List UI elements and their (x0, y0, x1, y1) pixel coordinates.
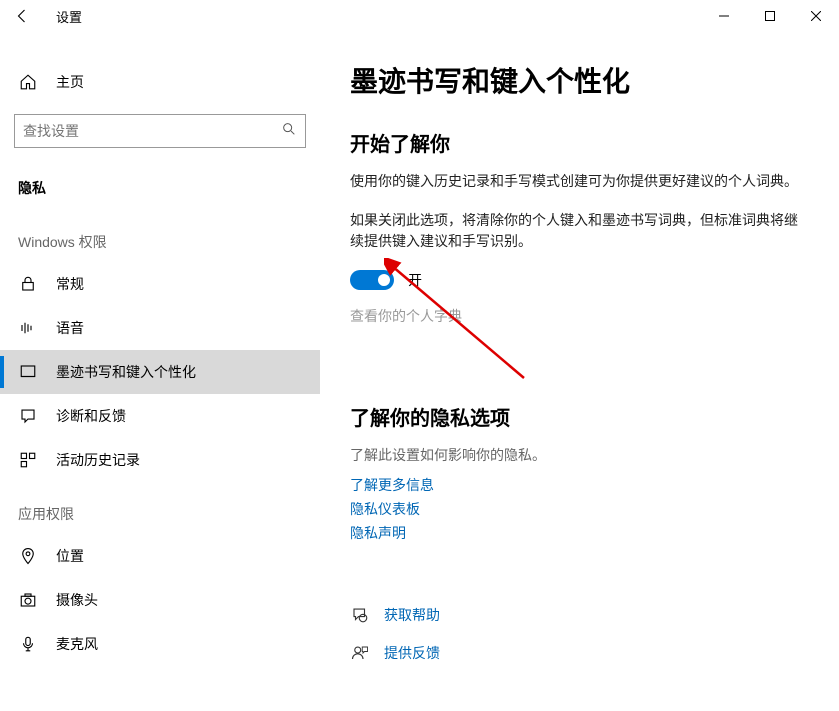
sidebar-item-label: 位置 (56, 546, 84, 566)
toggle-row: 开 (350, 270, 809, 290)
section-title-privacy-options: 了解你的隐私选项 (350, 402, 809, 431)
sidebar-item-label: 语音 (56, 318, 84, 338)
sidebar-subheader-app: 应用权限 (0, 482, 320, 534)
link-learn-more[interactable]: 了解更多信息 (350, 475, 809, 495)
toggle-label: 开 (408, 270, 422, 290)
microphone-icon (18, 635, 38, 653)
sidebar-item-label: 墨迹书写和键入个性化 (56, 362, 196, 382)
link-privacy-statement[interactable]: 隐私声明 (350, 523, 809, 543)
give-feedback-row[interactable]: 提供反馈 (350, 643, 809, 663)
give-feedback-link: 提供反馈 (384, 643, 440, 663)
section-desc: 了解此设置如何影响你的隐私。 (350, 445, 809, 465)
content-area: 墨迹书写和键入个性化 开始了解你 使用你的键入历史记录和手写模式创建可为你提供更… (320, 32, 839, 711)
help-icon (350, 606, 370, 624)
sidebar-item-label: 摄像头 (56, 590, 98, 610)
main-layout: 主页 隐私 Windows 权限 常规 语音 墨迹书写和键入个性化 诊断和反馈 (0, 32, 839, 711)
sidebar-item-activity[interactable]: 活动历史记录 (0, 438, 320, 482)
get-help-link: 获取帮助 (384, 605, 440, 625)
home-nav[interactable]: 主页 (0, 62, 320, 102)
section-title-getting-to-know: 开始了解你 (350, 128, 809, 157)
sidebar-item-general[interactable]: 常规 (0, 262, 320, 306)
get-help-row[interactable]: 获取帮助 (350, 605, 809, 625)
inking-icon (18, 363, 38, 381)
window-controls (701, 0, 839, 32)
home-icon (18, 73, 38, 91)
sidebar-item-label: 诊断和反馈 (56, 406, 126, 426)
minimize-icon (719, 11, 729, 21)
sidebar-item-speech[interactable]: 语音 (0, 306, 320, 350)
search-input[interactable] (23, 123, 281, 139)
sidebar-item-location[interactable]: 位置 (0, 534, 320, 578)
body-text: 如果关闭此选项，将清除你的个人键入和墨迹书写词典，但标准词典将继续提供键入建议和… (350, 210, 809, 252)
home-label: 主页 (56, 72, 84, 92)
sidebar: 主页 隐私 Windows 权限 常规 语音 墨迹书写和键入个性化 诊断和反馈 (0, 32, 320, 711)
body-text: 使用你的键入历史记录和手写模式创建可为你提供更好建议的个人词典。 (350, 171, 809, 192)
sidebar-item-camera[interactable]: 摄像头 (0, 578, 320, 622)
lock-icon (18, 275, 38, 293)
speech-icon (18, 319, 38, 337)
minimize-button[interactable] (701, 0, 747, 32)
camera-icon (18, 591, 38, 609)
maximize-button[interactable] (747, 0, 793, 32)
personalization-toggle[interactable] (350, 270, 394, 290)
history-icon (18, 451, 38, 469)
sidebar-item-label: 活动历史记录 (56, 450, 140, 470)
sidebar-section-privacy: 隐私 (0, 166, 320, 210)
page-title: 墨迹书写和键入个性化 (350, 60, 809, 100)
location-icon (18, 547, 38, 565)
close-icon (811, 11, 821, 21)
sidebar-item-microphone[interactable]: 麦克风 (0, 622, 320, 666)
window-title: 设置 (56, 7, 82, 26)
view-dictionary-link[interactable]: 查看你的个人字典 (350, 306, 809, 326)
close-button[interactable] (793, 0, 839, 32)
back-button[interactable] (0, 0, 46, 32)
sidebar-item-label: 常规 (56, 274, 84, 294)
sidebar-item-diagnostics[interactable]: 诊断和反馈 (0, 394, 320, 438)
feedback-person-icon (350, 644, 370, 662)
title-bar: 设置 (0, 0, 839, 32)
search-icon (281, 121, 297, 142)
toggle-handle (378, 274, 390, 286)
link-privacy-dashboard[interactable]: 隐私仪表板 (350, 499, 809, 519)
feedback-icon (18, 407, 38, 425)
arrow-left-icon (14, 7, 32, 25)
sidebar-item-label: 麦克风 (56, 634, 98, 654)
sidebar-subheader-windows: Windows 权限 (0, 210, 320, 262)
maximize-icon (765, 11, 775, 21)
sidebar-item-inking[interactable]: 墨迹书写和键入个性化 (0, 350, 320, 394)
search-input-container[interactable] (14, 114, 306, 148)
